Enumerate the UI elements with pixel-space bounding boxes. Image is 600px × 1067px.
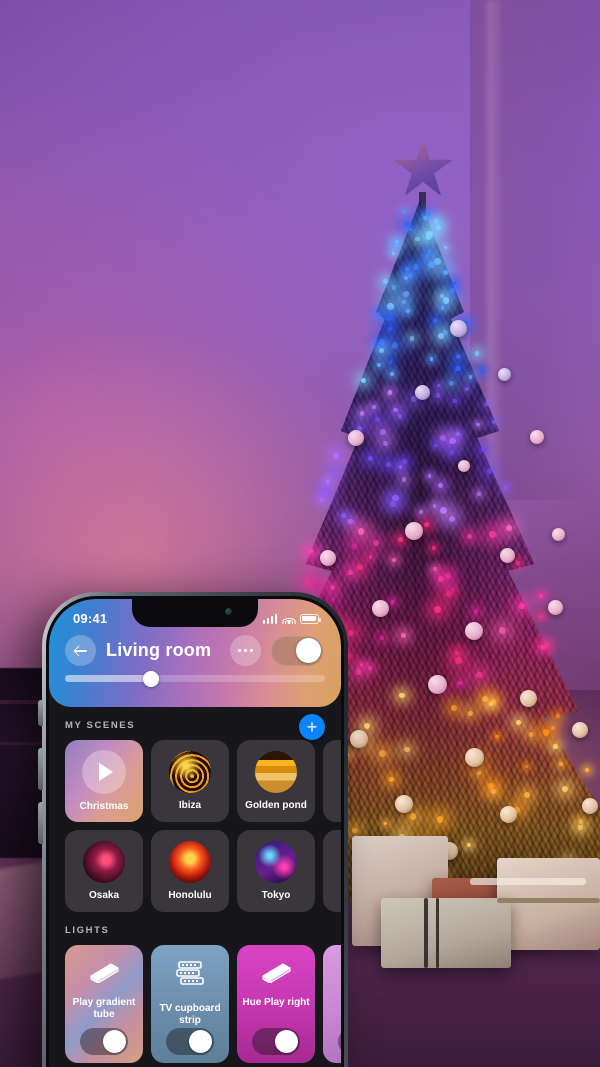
wifi-icon [282,614,295,624]
lights-row: Play gradient tube TV cupboard strip Hue P… [65,945,341,1063]
lights-section-label: LIGHTS [65,925,110,936]
brightness-knob[interactable] [142,670,159,687]
light-power-toggle[interactable] [80,1028,128,1055]
light-power-toggle[interactable] [338,1028,341,1055]
scene-card-ibiza[interactable]: Ibiza [151,740,229,822]
back-button[interactable] [65,635,96,666]
scene-label: Osaka [88,889,120,901]
scenes-section-label: MY SCENES [65,720,136,731]
back-arrow-icon [74,644,87,657]
light-strip-icon [173,959,207,994]
scene-label: Christmas [79,800,129,812]
scene-orb-ibiza [169,750,211,793]
phone-bezel: 09:41 Living room MY SCENES + Christmas … [46,596,344,1067]
silent-switch[interactable] [38,700,43,726]
scene-card-honolulu[interactable]: Honolulu [151,830,229,912]
app-header: 09:41 Living room [49,599,341,707]
room-photo-scene: 09:41 Living room MY SCENES + Christmas … [0,0,600,1067]
scene-orb-golden-pond [255,750,297,793]
scenes-row-1: Christmas Ibiza Golden pond Vap [65,740,341,822]
scene-label: Golden pond [245,799,307,811]
brightness-slider[interactable] [65,670,325,687]
light-power-toggle[interactable] [166,1028,214,1055]
light-label: TV cupboard strip [159,1003,221,1026]
gift-ribbon-1 [424,898,428,968]
add-scene-button[interactable]: + [299,714,325,740]
brightness-fill [65,675,151,682]
volume-up-button[interactable] [38,748,43,790]
gift-ribbon-2 [436,898,439,968]
gradient-tube-icon [84,959,124,988]
page-title: Living room [106,640,212,660]
iphone-device: 09:41 Living room MY SCENES + Christmas … [42,592,348,1067]
status-time: 09:41 [73,611,108,626]
scene-label: Honolulu [168,889,212,901]
gift-box-front [381,898,511,968]
light-power-toggle[interactable] [252,1028,300,1055]
battery-icon [300,613,321,624]
tree-star-topper [393,138,453,196]
scene-orb-osaka [83,840,125,883]
signal-bars-icon [262,613,277,624]
play-triangle [99,762,113,781]
scene-label: Tokyo [261,889,291,901]
more-options-button[interactable] [230,635,261,666]
light-card-dres[interactable]: Dres [323,945,341,1063]
status-icons [262,613,321,624]
scene-card-t-t[interactable]: Tt [323,830,341,912]
header-row: Living room [49,629,341,666]
room-power-toggle[interactable] [271,635,323,666]
scene-orb-honolulu [169,840,211,883]
scene-card-christmas[interactable]: Christmas [65,740,143,822]
light-card-play-gradient-tube[interactable]: Play gradient tube [65,945,143,1063]
more-options-icon [237,648,254,653]
scene-card-vap[interactable]: Vap [323,740,341,822]
gift-ribbon-3 [470,878,586,885]
gift-ribbon-4 [497,898,600,903]
scene-orb-tokyo [255,840,297,883]
light-card-hue-play-right[interactable]: Hue Play right [237,945,315,1063]
app-content: MY SCENES + Christmas Ibiza Golden pond Vap… [49,707,341,1063]
brightness-row [49,666,341,687]
scenes-section-header: MY SCENES + [65,714,341,740]
play-icon [82,749,126,794]
scenes-row-2: Osaka Honolulu Tokyo Tt [65,830,341,912]
scene-card-tokyo[interactable]: Tokyo [237,830,315,912]
gift-box-right [497,858,600,950]
light-label: Hue Play right [242,997,310,1008]
light-card-tv-cupboard-strip[interactable]: TV cupboard strip [151,945,229,1063]
volume-down-button[interactable] [38,802,43,844]
play-bar-icon [256,959,296,988]
phone-screen: 09:41 Living room MY SCENES + Christmas … [49,599,341,1067]
scene-card-osaka[interactable]: Osaka [65,830,143,912]
light-label: Play gradient tube [72,997,136,1020]
scene-card-golden-pond[interactable]: Golden pond [237,740,315,822]
status-bar: 09:41 [49,599,341,629]
scene-label: Ibiza [178,799,202,811]
